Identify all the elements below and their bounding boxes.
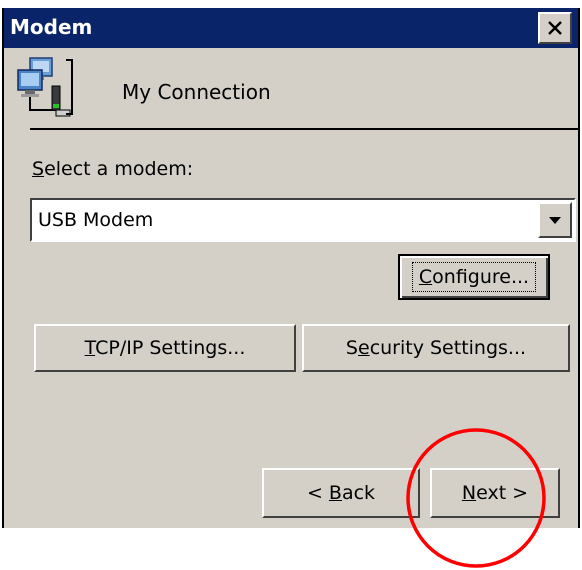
modem-select-dropdown[interactable]: USB Modem [30,198,576,242]
back-button-label: < Back [306,482,376,504]
tcp-ip-settings-button[interactable]: TCP/IP Settings... [34,324,296,372]
chevron-down-icon [549,217,561,224]
network-connection-icon [17,57,73,117]
dropdown-arrow-button[interactable] [538,202,572,238]
window-title: Modem [10,15,93,39]
tcp-ip-settings-label: TCP/IP Settings... [84,337,246,359]
connection-name: My Connection [122,80,271,104]
back-button[interactable]: < Back [262,468,420,518]
select-modem-label: Select a modem: [32,158,194,180]
close-icon [548,21,562,35]
next-button-label: Next > [461,482,529,504]
close-button[interactable] [538,12,572,44]
separator-line [30,128,578,130]
configure-button[interactable]: Configure... [398,254,550,300]
modem-dialog: Modem My Connection Select a modem: USB … [2,8,580,528]
configure-button-label: Configure... [411,262,537,292]
title-bar: Modem [4,8,578,48]
next-button[interactable]: Next > [430,468,560,518]
modem-selected-value: USB Modem [38,209,154,231]
security-settings-button[interactable]: Security Settings... [302,324,570,372]
security-settings-label: Security Settings... [345,337,527,359]
